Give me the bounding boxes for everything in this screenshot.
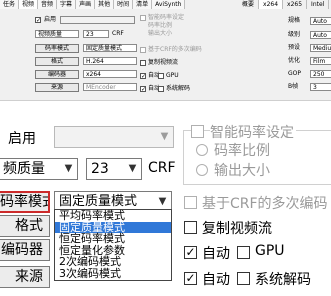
tab-task[interactable]: 任务 (0, 0, 20, 9)
encoder-button[interactable]: 编码器 (0, 239, 50, 261)
list-item[interactable]: 2次编码模式 (55, 256, 171, 268)
source-button[interactable]: 来源 (35, 83, 79, 92)
crf-multi-pass-label: 基于CRF的多次编码 (202, 196, 328, 212)
crf-select[interactable]: 23 ▼ (86, 158, 142, 180)
crf-multi-pass-label: 基于CRF的多次编码 (148, 46, 202, 53)
output-size-label: 输出大小 (214, 163, 270, 179)
format-button[interactable]: 格式 (0, 215, 50, 237)
auto-encoder-checkbox[interactable]: ✓ (140, 73, 146, 80)
output-size-label: 输出大小 (148, 30, 173, 37)
smart-rate-checkbox[interactable] (191, 125, 204, 138)
preset-select[interactable]: Medium (310, 44, 331, 52)
profile-label: 规格 (288, 17, 301, 24)
gpu-label: GPU (166, 72, 179, 79)
encoder-tab-bar: 概要 x264 x265 Intel ff (238, 0, 331, 9)
crf-multi-pass-checkbox[interactable] (184, 196, 197, 209)
gpu-label: GPU (255, 243, 285, 259)
system-decode-label: 系统解码 (166, 85, 191, 92)
system-decode-checkbox[interactable] (237, 272, 250, 285)
format-button[interactable]: 格式 (35, 57, 79, 66)
auto-source-label: 自动 (202, 272, 230, 288)
copy-stream-checkbox[interactable] (184, 221, 197, 234)
auto-encoder-checkbox[interactable]: ✓ (184, 246, 197, 259)
tab-subtitle[interactable]: 字幕 (57, 0, 77, 9)
rate-ratio-label: 码率比例 (214, 143, 270, 159)
gop-input[interactable]: 250 (310, 70, 331, 78)
chevron-down-icon: ▼ (64, 163, 73, 174)
chevron-down-icon: ▼ (160, 131, 169, 142)
source-select[interactable]: MEncoder (83, 83, 137, 91)
copy-stream-label: 复制视频流 (202, 221, 272, 237)
mode-select[interactable]: 频质量 ▼ (0, 158, 78, 180)
gop-label: GOP (288, 70, 301, 77)
tab-audio[interactable]: 音频 (38, 0, 58, 9)
rate-ratio-label: 码率比例 (148, 22, 173, 29)
encoder-button[interactable]: 编码器 (35, 70, 79, 79)
dialog-thumbnail: 任务 视频 音频 字幕 声画 其他 时间 清单 AviSynth 概要 x264… (0, 0, 331, 101)
crf-value: 23 (91, 161, 109, 177)
smart-rate-label: 智能码率设定 (210, 122, 296, 142)
tab-video[interactable]: 视频 (19, 0, 39, 9)
tab-summary[interactable]: 概要 (238, 0, 260, 9)
rate-mode-select[interactable]: 固定质量模式 (83, 44, 137, 52)
system-decode-checkbox[interactable] (158, 86, 164, 92)
list-item[interactable]: 3次编码模式 (55, 267, 171, 280)
crf-label: CRF (112, 30, 124, 37)
profile-select[interactable]: Auto (310, 17, 331, 25)
crf-label: CRF (148, 160, 176, 176)
list-item[interactable]: 恒定码率模式 (55, 233, 171, 245)
gpu-checkbox[interactable] (158, 73, 164, 79)
list-item[interactable]: 平均码率模式 (55, 210, 171, 222)
tab-time[interactable]: 时间 (114, 0, 134, 9)
tune-select[interactable]: Film (310, 57, 331, 65)
level-select[interactable]: Auto (310, 31, 331, 39)
system-decode-label: 系统解码 (255, 272, 311, 288)
enable-select[interactable]: ▼ (54, 126, 174, 148)
copy-stream-checkbox[interactable] (140, 60, 146, 66)
smart-rate-checkbox[interactable] (140, 15, 146, 21)
encoder-select[interactable]: x264 (83, 70, 137, 78)
crf-multi-pass-checkbox[interactable] (140, 47, 146, 53)
preset-label: 预设 (288, 44, 301, 51)
enable-label: 启用 (8, 131, 36, 147)
tab-list[interactable]: 清单 (133, 0, 153, 9)
smart-rate-label: 智能码率设定 (148, 14, 185, 21)
level-label: 级别 (288, 31, 301, 38)
format-select[interactable]: H.264 (83, 57, 137, 65)
rate-mode-value: 固定质量模式 (59, 194, 138, 209)
tune-label: 优化 (288, 57, 301, 64)
tab-x264[interactable]: x264 (259, 0, 284, 9)
auto-source-checkbox[interactable]: ✓ (184, 272, 197, 285)
chevron-down-icon: ▼ (128, 163, 137, 174)
tab-avisynth[interactable]: AviSynth (152, 0, 186, 9)
auto-source-checkbox[interactable]: ✓ (140, 86, 146, 93)
enable-select[interactable] (60, 16, 135, 24)
mode-select[interactable]: 视频质量 (35, 30, 79, 38)
tab-other[interactable]: 其他 (95, 0, 115, 9)
bframes-label: B帧 (288, 83, 299, 90)
tab-x265[interactable]: x265 (283, 0, 308, 9)
bframes-input[interactable]: 3 (310, 83, 331, 91)
tab-intel[interactable]: Intel (307, 0, 330, 9)
rate-mode-button[interactable]: 码率模式 (35, 44, 79, 53)
gpu-checkbox[interactable] (237, 246, 250, 259)
output-size-radio[interactable] (196, 164, 208, 176)
copy-stream-label: 复制视频流 (148, 59, 179, 66)
auto-encoder-label: 自动 (202, 246, 230, 262)
tab-av[interactable]: 声画 (76, 0, 96, 9)
main-tab-bar: 任务 视频 音频 字幕 声画 其他 时间 清单 AviSynth (0, 0, 186, 9)
rate-mode-button[interactable]: 码率模式 (0, 191, 50, 213)
rate-mode-dropdown-list[interactable]: 平均码率模式 固定质量模式 恒定码率模式 恒定量化参数 2次编码模式 3次编码模… (54, 209, 172, 281)
crf-select[interactable]: 23 (83, 30, 109, 38)
source-button[interactable]: 来源 (0, 266, 50, 288)
enable-checkbox[interactable]: ✓ (35, 17, 41, 24)
mode-value: 频质量 (3, 161, 45, 177)
rate-ratio-radio[interactable] (196, 144, 208, 156)
enable-label: 启用 (44, 16, 57, 23)
